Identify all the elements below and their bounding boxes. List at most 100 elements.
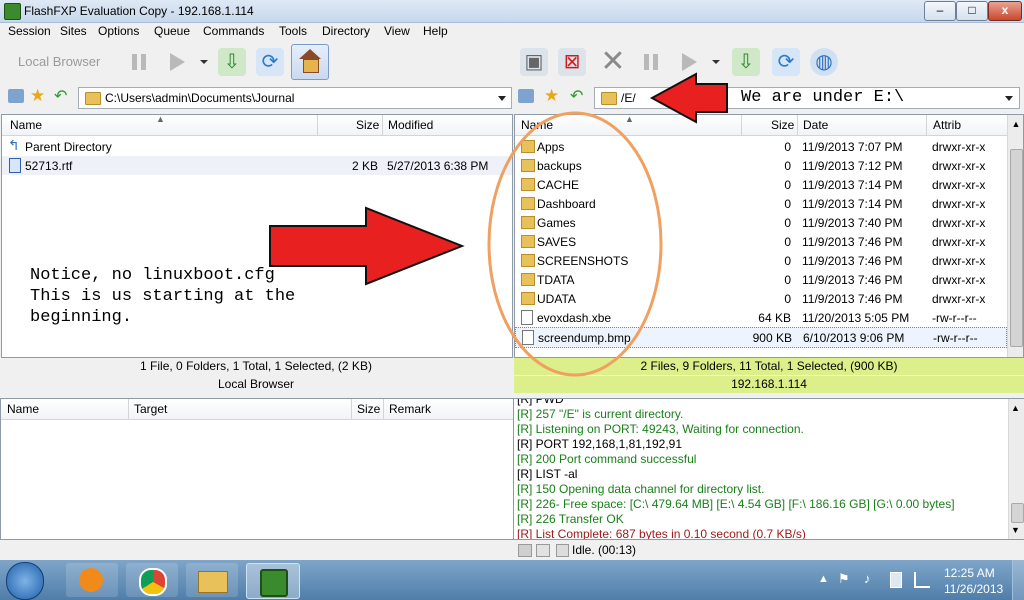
connect-icon[interactable]: ▣ (520, 48, 548, 76)
list-item-parent-directory[interactable]: ↰ Parent Directory (2, 137, 512, 156)
scrollbar-thumb[interactable] (1011, 503, 1024, 523)
list-item[interactable]: Dashboard 0 11/9/2013 7:14 PM drwxr-xr-x (515, 194, 1005, 213)
file-name: Dashboard (537, 197, 596, 211)
home-icon-body (303, 59, 319, 73)
clock-time[interactable]: 12:25 AM (944, 566, 995, 580)
chevron-down-icon[interactable] (712, 60, 720, 64)
log-scrollbar[interactable]: ▲ ▼ (1008, 399, 1024, 539)
taskbar-media-player[interactable] (66, 563, 118, 597)
list-item[interactable]: screendump.bmp 900 KB 6/10/2013 9:06 PM -rw… (515, 327, 1007, 348)
remote-file-list[interactable]: Name ▲ Size Date Attrib Apps 0 11/9/2013 7… (514, 114, 1024, 358)
menu-sites[interactable]: Sites (60, 24, 87, 38)
list-item[interactable]: TDATA 0 11/9/2013 7:46 PM drwxr-xr-x (515, 270, 1005, 289)
maximize-button[interactable]: □ (956, 1, 988, 21)
list-item[interactable]: SCREENSHOTS 0 11/9/2013 7:46 PM drwxr-xr-x (515, 251, 1005, 270)
column-header-attrib[interactable]: Attrib (933, 118, 961, 132)
left-status-label: Local Browser (0, 376, 512, 393)
volume-icon[interactable]: ♪ (864, 571, 871, 586)
chevron-down-icon[interactable] (498, 96, 506, 101)
play-icon[interactable] (170, 53, 185, 71)
power-icon[interactable] (890, 572, 902, 588)
scrollbar-thumb[interactable] (1010, 149, 1023, 347)
up-folder-icon[interactable]: ↶ (570, 86, 583, 106)
queue-column-name[interactable]: Name (7, 402, 39, 416)
taskbar-chrome[interactable] (126, 563, 178, 597)
menu-options[interactable]: Options (98, 24, 139, 38)
left-path-combo[interactable]: C:\Users\admin\Documents\Journal (78, 87, 512, 109)
tree-icon[interactable] (8, 89, 24, 103)
queue-column-target[interactable]: Target (134, 402, 167, 416)
list-item-52713-rtf[interactable]: 52713.rtf 2 KB 5/27/2013 6:38 PM (2, 156, 512, 175)
clock-date[interactable]: 11/26/2013 (944, 582, 1003, 596)
close-button[interactable]: x (988, 1, 1022, 21)
transfer-queue[interactable]: Name Target Size Remark (0, 398, 514, 540)
list-item[interactable]: Games 0 11/9/2013 7:40 PM drwxr-xr-x (515, 213, 1005, 232)
column-header-name[interactable]: Name (521, 118, 553, 132)
session-log[interactable]: [R] PWD [R] 257 "/E" is current directory… (513, 398, 1024, 540)
show-hidden-icons-icon[interactable]: ▲ (818, 573, 829, 585)
file-size: 0 (784, 140, 791, 154)
column-header-size[interactable]: Size (771, 118, 794, 132)
action-center-flag-icon[interactable]: ⚑ (838, 571, 850, 587)
menu-queue[interactable]: Queue (154, 24, 190, 38)
list-item[interactable]: SAVES 0 11/9/2013 7:46 PM drwxr-xr-x (515, 232, 1005, 251)
refresh-icon[interactable]: ⟳ (772, 48, 800, 76)
folder-icon (521, 273, 535, 286)
play-icon[interactable] (682, 53, 697, 71)
favorites-star-icon[interactable]: ★ (544, 86, 559, 106)
flashfxp-app-icon (4, 3, 21, 20)
disconnect-icon[interactable]: ⊠ (558, 48, 586, 76)
minimize-button[interactable]: – (924, 1, 956, 21)
scroll-up-icon[interactable]: ▲ (1010, 119, 1022, 131)
transfer-icon[interactable]: ⇩ (732, 48, 760, 76)
local-file-list[interactable]: Name ▲ Size Modified ↰ Parent Directory … (1, 114, 513, 358)
chevron-down-icon[interactable] (200, 60, 208, 64)
network-icon[interactable] (914, 572, 930, 588)
up-folder-icon[interactable]: ↶ (54, 86, 67, 106)
folder-icon (521, 292, 535, 305)
pause-icon[interactable] (132, 54, 148, 70)
transfer-icon[interactable]: ⇩ (218, 48, 246, 76)
abort-icon[interactable]: ✕ (598, 47, 628, 77)
taskbar-explorer[interactable] (186, 563, 238, 597)
start-button[interactable] (6, 562, 44, 600)
tree-icon[interactable] (518, 89, 534, 103)
log-line: [R] 226- Free space: [C:\ 479.64 MB] [E:… (517, 497, 955, 511)
menu-tools[interactable]: Tools (279, 24, 307, 38)
file-date: 11/9/2013 7:14 PM (802, 197, 903, 211)
menu-session[interactable]: Session (8, 24, 51, 38)
queue-column-remark[interactable]: Remark (389, 402, 431, 416)
right-toolbar: ▣ ⊠ ✕ ⇩ ⟳ ◍ (514, 42, 1024, 82)
queue-column-size[interactable]: Size (357, 402, 380, 416)
home-button[interactable] (291, 44, 329, 80)
menu-help[interactable]: Help (423, 24, 448, 38)
log-line: [R] 257 "/E" is current directory. (517, 407, 684, 421)
column-header-size[interactable]: Size (356, 118, 379, 132)
file-name: Apps (537, 140, 565, 154)
local-browser-button[interactable]: Local Browser (18, 54, 100, 69)
list-item[interactable]: backups 0 11/9/2013 7:12 PM drwxr-xr-x (515, 156, 1005, 175)
remote-list-scrollbar[interactable]: ▲ (1007, 115, 1023, 357)
list-item[interactable]: Apps 0 11/9/2013 7:07 PM drwxr-xr-x (515, 137, 1005, 156)
annotation-note-line-3: beginning. (30, 308, 133, 327)
list-item[interactable]: UDATA 0 11/9/2013 7:46 PM drwxr-xr-x (515, 289, 1005, 308)
scroll-down-icon[interactable]: ▼ (1011, 525, 1020, 535)
title-bar: FlashFXP Evaluation Copy - 192.168.1.114… (0, 0, 1024, 23)
chevron-down-icon[interactable] (1005, 96, 1013, 101)
favorites-star-icon[interactable]: ★ (30, 86, 45, 106)
taskbar-flashfxp[interactable] (246, 563, 300, 599)
scroll-up-icon[interactable]: ▲ (1011, 403, 1020, 413)
column-header-date[interactable]: Date (803, 118, 828, 132)
menu-view[interactable]: View (384, 24, 410, 38)
list-item[interactable]: evoxdash.xbe 64 KB 11/20/2013 5:05 PM -rw-r… (515, 308, 1005, 327)
menu-directory[interactable]: Directory (322, 24, 370, 38)
globe-icon[interactable]: ◍ (810, 48, 838, 76)
refresh-icon[interactable]: ⟳ (256, 48, 284, 76)
list-item[interactable]: CACHE 0 11/9/2013 7:14 PM drwxr-xr-x (515, 175, 1005, 194)
column-header-modified[interactable]: Modified (388, 118, 433, 132)
pause-icon[interactable] (644, 54, 660, 70)
menu-commands[interactable]: Commands (203, 24, 264, 38)
column-header-name[interactable]: Name (10, 118, 42, 132)
show-desktop-button[interactable] (1012, 560, 1024, 600)
file-attrib: drwxr-xr-x (932, 159, 986, 173)
